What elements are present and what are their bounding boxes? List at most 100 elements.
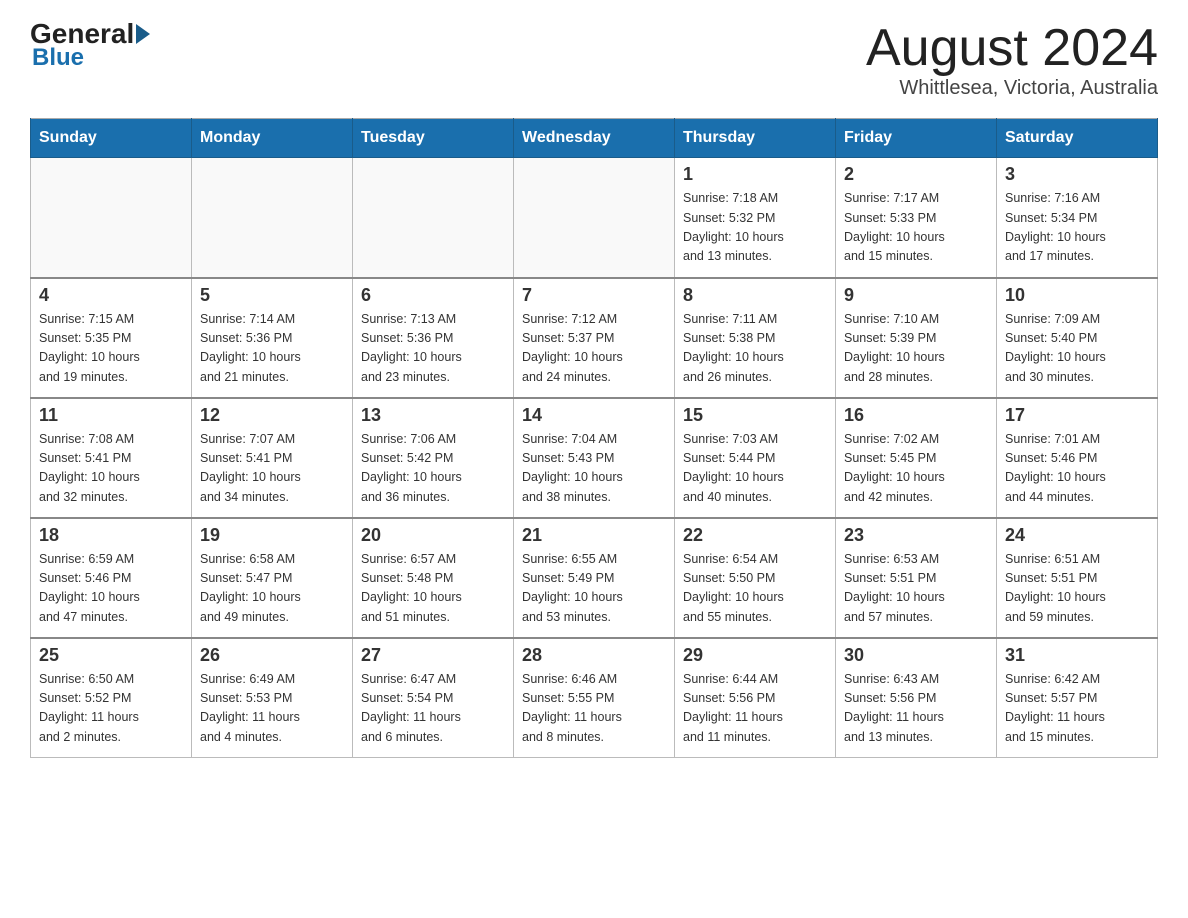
table-row: 18 Sunrise: 6:59 AMSunset: 5:46 PMDayligh… (31, 518, 192, 638)
day-info: Sunrise: 7:10 AMSunset: 5:39 PMDaylight:… (844, 310, 988, 388)
col-wednesday: Wednesday (514, 119, 675, 158)
col-friday: Friday (836, 119, 997, 158)
table-row: 5 Sunrise: 7:14 AMSunset: 5:36 PMDaylight… (192, 278, 353, 398)
table-row: 6Sunrise: 7:13 AMSunset: 5:36 PMDaylight… (353, 278, 514, 398)
day-info: Sunrise: 7:18 AMSunset: 5:32 PMDaylight:… (683, 189, 827, 267)
day-number: 6 (361, 285, 505, 306)
logo: General Blue (30, 20, 152, 72)
table-row: 8 Sunrise: 7:11 AMSunset: 5:38 PMDaylight… (675, 278, 836, 398)
calendar-week-row: 11 Sunrise: 7:08 AMSunset: 5:41 PMDayligh… (31, 398, 1158, 518)
table-row: 7 Sunrise: 7:12 AMSunset: 5:37 PMDaylight… (514, 278, 675, 398)
day-info: Sunrise: 7:09 AMSunset: 5:40 PMDaylight:… (1005, 310, 1149, 388)
logo-arrow-icon (136, 24, 150, 44)
day-number: 29 (683, 645, 827, 666)
day-number: 23 (844, 525, 988, 546)
day-info: Sunrise: 6:58 AMSunset: 5:47 PMDaylight:… (200, 550, 344, 628)
day-info: Sunrise: 7:12 AMSunset: 5:37 PMDaylight:… (522, 310, 666, 388)
day-info: Sunrise: 6:57 AMSunset: 5:48 PMDaylight:… (361, 550, 505, 628)
day-info: Sunrise: 7:02 AMSunset: 5:45 PMDaylight:… (844, 430, 988, 508)
day-number: 17 (1005, 405, 1149, 426)
day-number: 4 (39, 285, 183, 306)
day-number: 10 (1005, 285, 1149, 306)
table-row: 4 Sunrise: 7:15 AMSunset: 5:35 PMDaylight… (31, 278, 192, 398)
col-saturday: Saturday (997, 119, 1158, 158)
table-row: 25 Sunrise: 6:50 AMSunset: 5:52 PMDayligh… (31, 638, 192, 758)
day-number: 13 (361, 405, 505, 426)
day-info: Sunrise: 6:50 AMSunset: 5:52 PMDaylight:… (39, 670, 183, 748)
day-info: Sunrise: 7:07 AMSunset: 5:41 PMDaylight:… (200, 430, 344, 508)
day-number: 7 (522, 285, 666, 306)
day-number: 1 (683, 164, 827, 185)
table-row: 2 Sunrise: 7:17 AMSunset: 5:33 PMDaylight… (836, 158, 997, 278)
day-info: Sunrise: 7:14 AMSunset: 5:36 PMDaylight:… (200, 310, 344, 388)
table-row: 22Sunrise: 6:54 AMSunset: 5:50 PMDayligh… (675, 518, 836, 638)
col-thursday: Thursday (675, 119, 836, 158)
logo-blue-text: Blue (32, 44, 84, 72)
day-number: 20 (361, 525, 505, 546)
table-row (514, 158, 675, 278)
table-row: 29 Sunrise: 6:44 AMSunset: 5:56 PMDayligh… (675, 638, 836, 758)
table-row: 17 Sunrise: 7:01 AMSunset: 5:46 PMDayligh… (997, 398, 1158, 518)
day-number: 14 (522, 405, 666, 426)
table-row: 20 Sunrise: 6:57 AMSunset: 5:48 PMDayligh… (353, 518, 514, 638)
day-number: 28 (522, 645, 666, 666)
day-number: 16 (844, 405, 988, 426)
day-number: 9 (844, 285, 988, 306)
calendar-week-row: 1 Sunrise: 7:18 AMSunset: 5:32 PMDaylight… (31, 158, 1158, 278)
day-info: Sunrise: 6:49 AMSunset: 5:53 PMDaylight:… (200, 670, 344, 748)
day-number: 18 (39, 525, 183, 546)
month-title: August 2024 (866, 20, 1158, 77)
day-number: 15 (683, 405, 827, 426)
table-row: 15Sunrise: 7:03 AMSunset: 5:44 PMDayligh… (675, 398, 836, 518)
table-row: 30 Sunrise: 6:43 AMSunset: 5:56 PMDayligh… (836, 638, 997, 758)
table-row: 9 Sunrise: 7:10 AMSunset: 5:39 PMDaylight… (836, 278, 997, 398)
table-row: 12 Sunrise: 7:07 AMSunset: 5:41 PMDayligh… (192, 398, 353, 518)
day-info: Sunrise: 6:59 AMSunset: 5:46 PMDaylight:… (39, 550, 183, 628)
day-number: 2 (844, 164, 988, 185)
day-info: Sunrise: 6:47 AMSunset: 5:54 PMDaylight:… (361, 670, 505, 748)
day-number: 3 (1005, 164, 1149, 185)
table-row: 1 Sunrise: 7:18 AMSunset: 5:32 PMDaylight… (675, 158, 836, 278)
day-info: Sunrise: 6:43 AMSunset: 5:56 PMDaylight:… (844, 670, 988, 748)
table-row: 10 Sunrise: 7:09 AMSunset: 5:40 PMDayligh… (997, 278, 1158, 398)
day-info: Sunrise: 6:46 AMSunset: 5:55 PMDaylight:… (522, 670, 666, 748)
table-row: 11 Sunrise: 7:08 AMSunset: 5:41 PMDayligh… (31, 398, 192, 518)
day-info: Sunrise: 7:06 AMSunset: 5:42 PMDaylight:… (361, 430, 505, 508)
calendar-table: Sunday Monday Tuesday Wednesday Thursday… (30, 118, 1158, 758)
col-sunday: Sunday (31, 119, 192, 158)
day-number: 25 (39, 645, 183, 666)
day-number: 12 (200, 405, 344, 426)
day-info: Sunrise: 7:15 AMSunset: 5:35 PMDaylight:… (39, 310, 183, 388)
calendar-header-row: Sunday Monday Tuesday Wednesday Thursday… (31, 119, 1158, 158)
day-info: Sunrise: 7:08 AMSunset: 5:41 PMDaylight:… (39, 430, 183, 508)
day-number: 11 (39, 405, 183, 426)
day-info: Sunrise: 7:01 AMSunset: 5:46 PMDaylight:… (1005, 430, 1149, 508)
day-number: 27 (361, 645, 505, 666)
day-number: 31 (1005, 645, 1149, 666)
day-number: 24 (1005, 525, 1149, 546)
col-monday: Monday (192, 119, 353, 158)
day-info: Sunrise: 7:17 AMSunset: 5:33 PMDaylight:… (844, 189, 988, 267)
day-number: 30 (844, 645, 988, 666)
table-row: 16 Sunrise: 7:02 AMSunset: 5:45 PMDayligh… (836, 398, 997, 518)
day-number: 8 (683, 285, 827, 306)
col-tuesday: Tuesday (353, 119, 514, 158)
day-info: Sunrise: 6:51 AMSunset: 5:51 PMDaylight:… (1005, 550, 1149, 628)
day-number: 5 (200, 285, 344, 306)
page-header: General Blue August 2024 Whittlesea, Vic… (30, 20, 1158, 100)
table-row: 26 Sunrise: 6:49 AMSunset: 5:53 PMDayligh… (192, 638, 353, 758)
day-number: 19 (200, 525, 344, 546)
table-row: 28 Sunrise: 6:46 AMSunset: 5:55 PMDayligh… (514, 638, 675, 758)
table-row: 21Sunrise: 6:55 AMSunset: 5:49 PMDayligh… (514, 518, 675, 638)
table-row: 13 Sunrise: 7:06 AMSunset: 5:42 PMDayligh… (353, 398, 514, 518)
table-row: 3 Sunrise: 7:16 AMSunset: 5:34 PMDaylight… (997, 158, 1158, 278)
day-number: 22 (683, 525, 827, 546)
day-number: 26 (200, 645, 344, 666)
day-info: Sunrise: 7:11 AMSunset: 5:38 PMDaylight:… (683, 310, 827, 388)
table-row: 27 Sunrise: 6:47 AMSunset: 5:54 PMDayligh… (353, 638, 514, 758)
day-info: Sunrise: 6:44 AMSunset: 5:56 PMDaylight:… (683, 670, 827, 748)
day-info: Sunrise: 6:53 AMSunset: 5:51 PMDaylight:… (844, 550, 988, 628)
day-info: Sunrise: 7:16 AMSunset: 5:34 PMDaylight:… (1005, 189, 1149, 267)
day-info: Sunrise: 6:55 AMSunset: 5:49 PMDaylight:… (522, 550, 666, 628)
title-block: August 2024 Whittlesea, Victoria, Austra… (866, 20, 1158, 100)
